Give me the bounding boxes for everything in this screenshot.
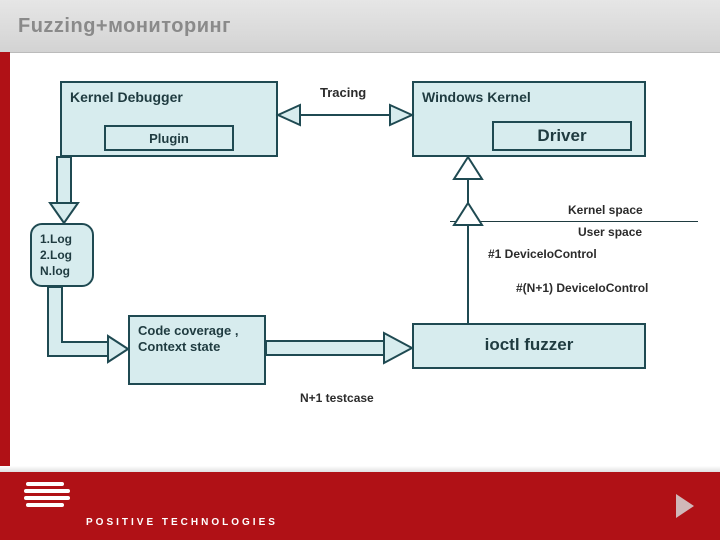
ioctl-fuzzer-label: ioctl fuzzer [414,335,644,355]
deviceiocontrol-n-label: #(N+1) DeviceIoControl [516,281,648,295]
windows-kernel-box: Windows Kernel Driver [412,81,646,157]
coverage-to-fuzzer-arrow [266,333,412,363]
log-box: 1.Log 2.Log N.log [30,223,94,287]
log-line-1: 1.Log [40,231,84,247]
fuzzer-to-kernel-arrow [454,157,482,323]
log-line-n: N.log [40,263,84,279]
kernel-space-label: Kernel space [568,203,643,217]
testcase-label: N+1 testcase [300,391,374,405]
brand-name: POSITIVE TECHNOLOGIES [86,517,278,528]
code-coverage-label: Code coverage , Context state [138,323,256,356]
driver-box: Driver [492,121,632,151]
kernel-debugger-label: Kernel Debugger [70,89,276,105]
tracing-arrow [278,105,412,125]
space-divider [450,221,698,222]
log-to-coverage-arrow [48,287,128,362]
windows-kernel-label: Windows Kernel [422,89,644,105]
next-slide-icon[interactable] [676,494,694,518]
diagram-canvas: Kernel Debugger Plugin Windows Kernel Dr… [0,53,720,473]
footer-bar: POSITIVE TECHNOLOGIES [0,472,720,540]
user-space-label: User space [578,225,642,239]
deviceiocontrol-1-label: #1 DeviceIoControl [488,247,597,261]
log-line-2: 2.Log [40,247,84,263]
tracing-label: Tracing [320,85,366,100]
code-coverage-box: Code coverage , Context state [128,315,266,385]
kernel-debugger-box: Kernel Debugger Plugin [60,81,278,157]
debugger-to-log-arrow [50,157,78,223]
brand-logo-icon [24,482,78,512]
ioctl-fuzzer-box: ioctl fuzzer [412,323,646,369]
plugin-box: Plugin [104,125,234,151]
slide-title: Fuzzing+мониторинг [18,15,231,38]
title-bar: Fuzzing+мониторинг [0,0,720,53]
